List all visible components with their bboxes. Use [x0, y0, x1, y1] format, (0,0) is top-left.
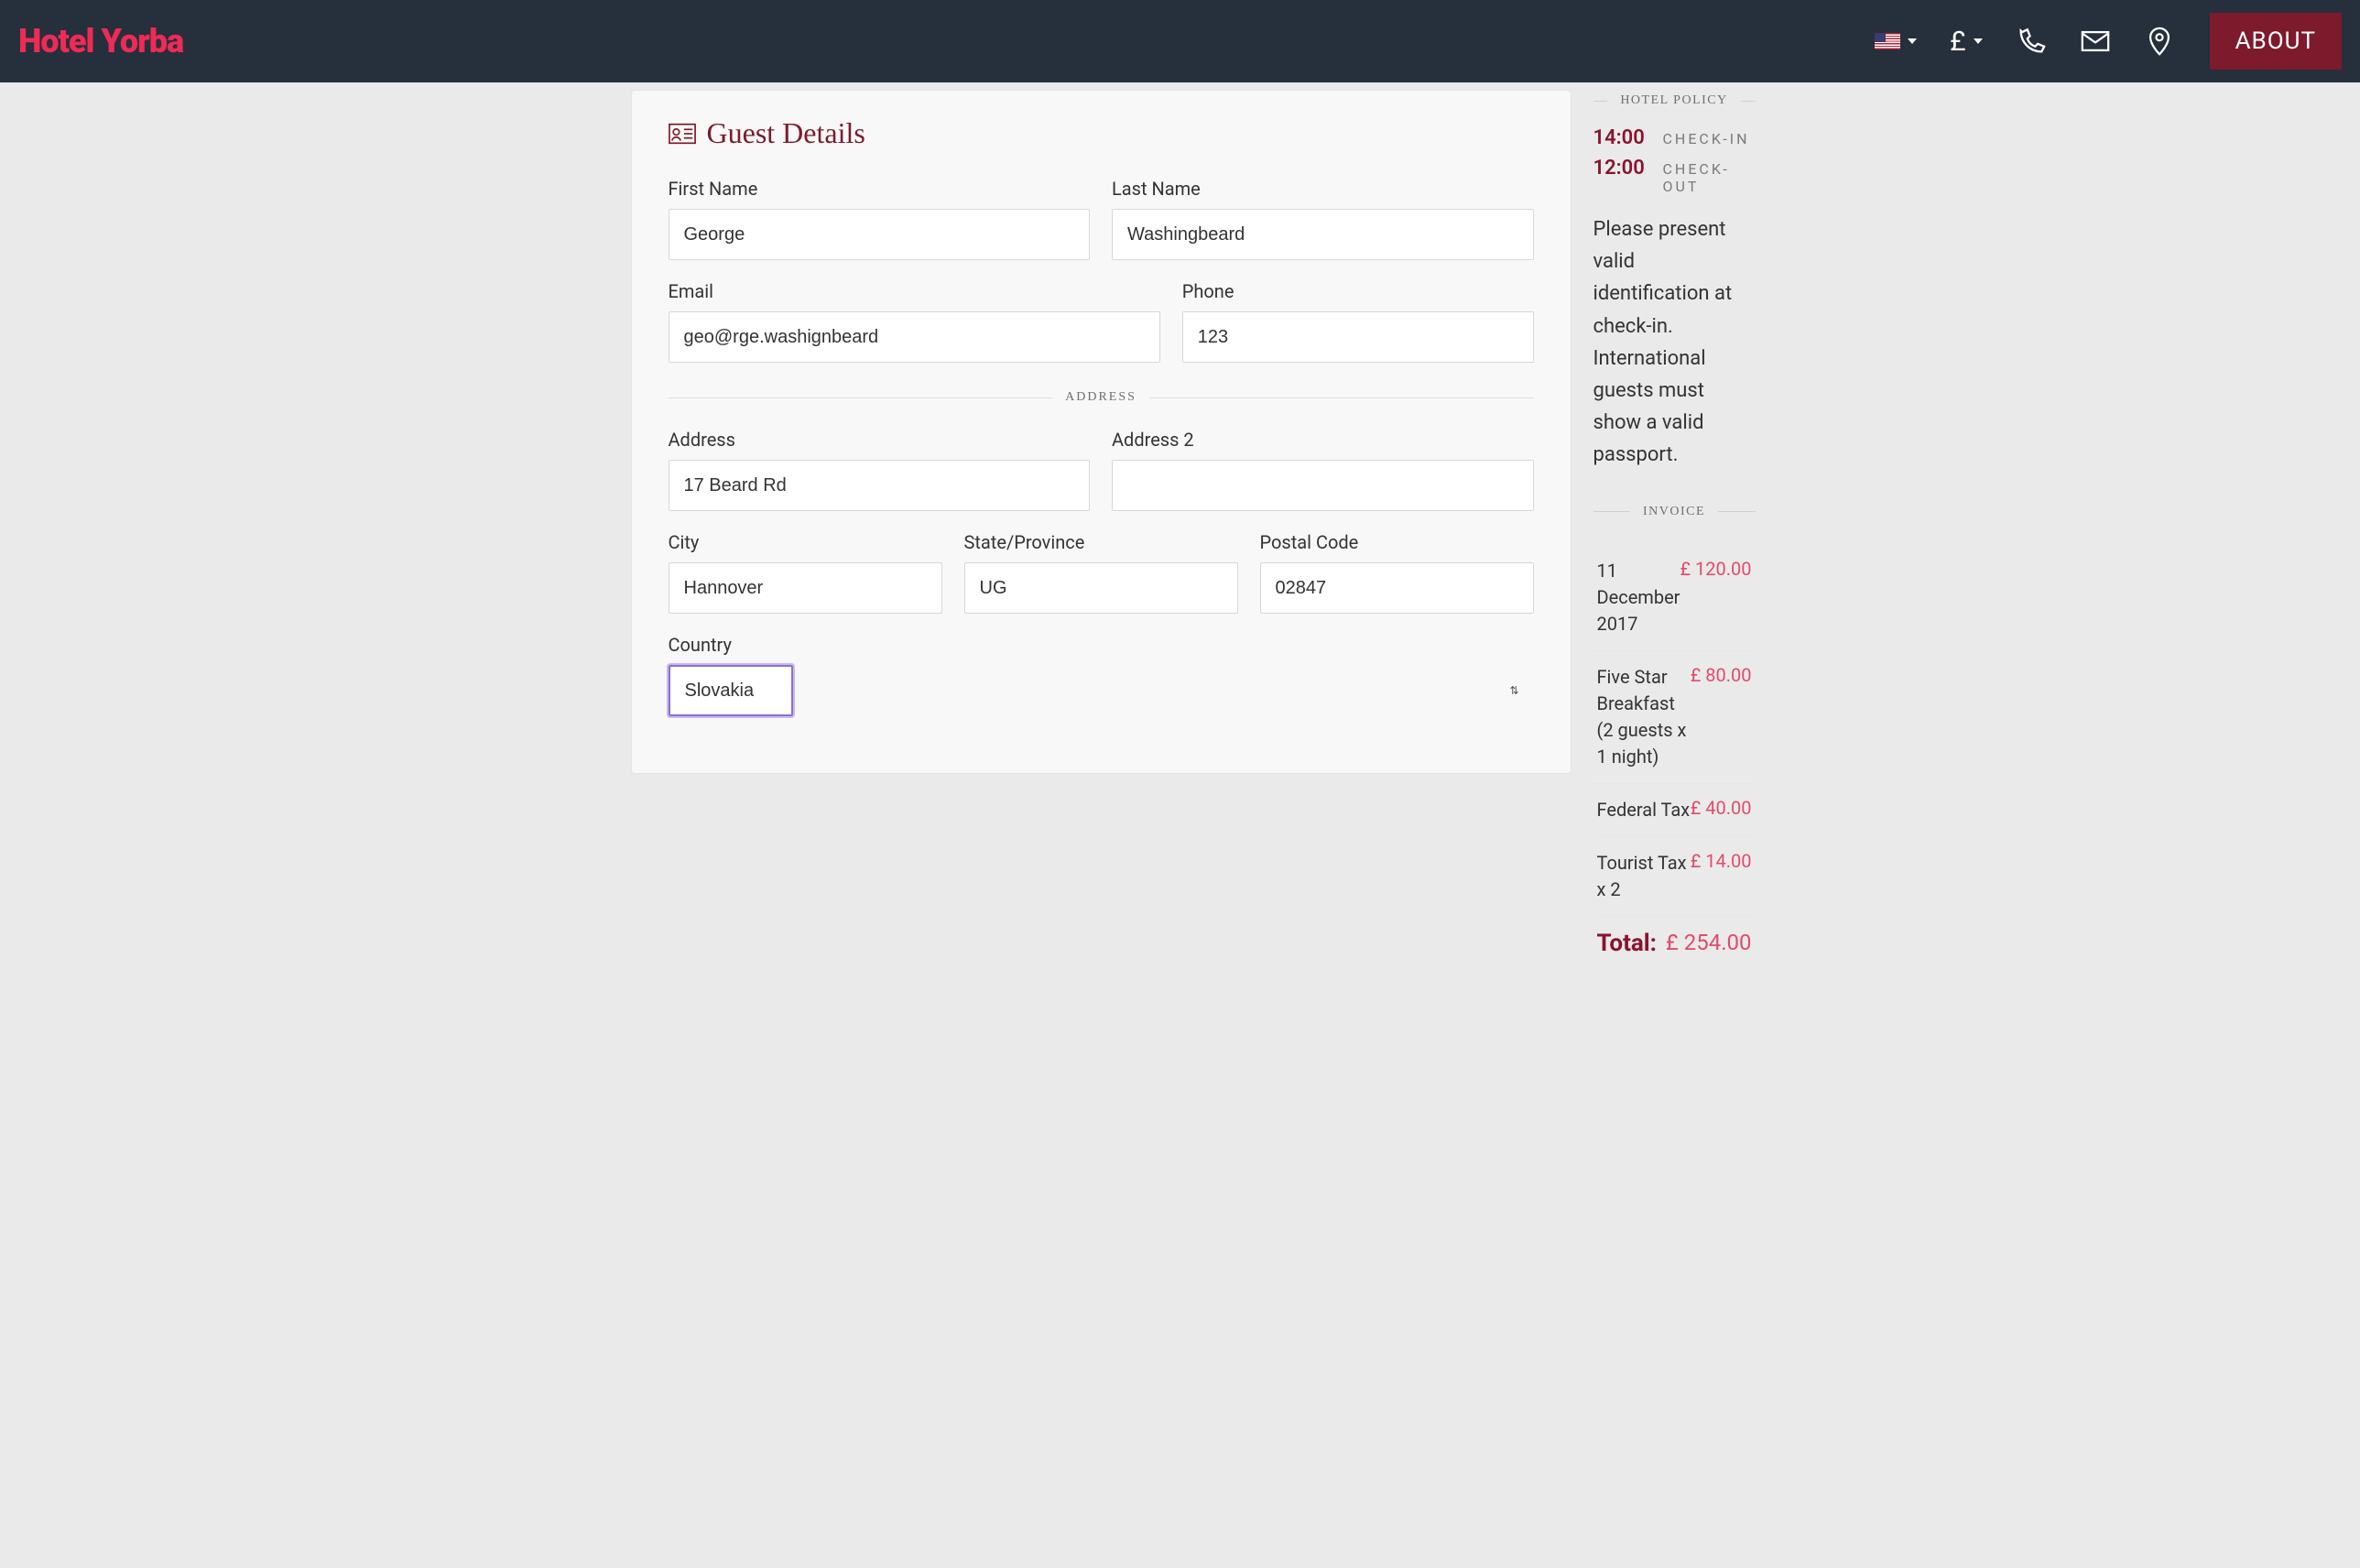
postal-input[interactable]	[1260, 562, 1534, 614]
chevron-down-icon	[1908, 38, 1917, 44]
invoice-desc: 11 December 2017	[1597, 558, 1680, 637]
hotel-policy-label: HOTEL POLICY	[1620, 93, 1727, 108]
invoice-total-label: Total:	[1597, 930, 1658, 957]
address2-input[interactable]	[1112, 460, 1534, 511]
currency-selector[interactable]: £	[1950, 26, 1982, 58]
hotel-policy-divider: HOTEL POLICY	[1593, 93, 1756, 108]
checkin-label: CHECK-IN	[1663, 130, 1750, 147]
sidebar: HOTEL POLICY 14:00 CHECK-IN 12:00 CHECK-…	[1593, 90, 1756, 968]
checkout-label: CHECK-OUT	[1663, 160, 1756, 195]
invoice-row: 11 December 2017 £ 120.00	[1593, 547, 1756, 648]
state-input[interactable]	[964, 562, 1238, 614]
country-select[interactable]: Slovakia	[669, 665, 793, 716]
currency-symbol: £	[1950, 26, 1965, 58]
postal-label: Postal Code	[1260, 531, 1534, 553]
logo: Hotel Yorba	[18, 22, 183, 60]
invoice-desc: Five Star Breakfast (2 guests x 1 night)	[1597, 664, 1691, 770]
checkin-time: 14:00	[1593, 126, 1650, 149]
checkin-row: 14:00 CHECK-IN	[1593, 126, 1756, 149]
checkout-row: 12:00 CHECK-OUT	[1593, 157, 1756, 195]
address-section-divider: ADDRESS	[669, 390, 1534, 405]
map-pin-icon	[2144, 26, 2175, 57]
address2-label: Address 2	[1112, 429, 1534, 451]
section-title: Guest Details	[707, 116, 865, 150]
email-label: Email	[669, 280, 1160, 302]
mail-icon	[2080, 26, 2111, 57]
invoice-divider: INVOICE	[1593, 505, 1756, 519]
checkout-time: 12:00	[1593, 157, 1650, 180]
email-link[interactable]	[2080, 26, 2111, 57]
address-section-label: ADDRESS	[1065, 390, 1136, 405]
city-label: City	[669, 531, 942, 553]
invoice-label: INVOICE	[1643, 505, 1705, 519]
email-input[interactable]	[669, 311, 1160, 363]
language-selector[interactable]	[1875, 33, 1917, 49]
guest-details-heading: Guest Details	[669, 116, 1534, 150]
invoice-row: Tourist Tax x 2 £ 14.00	[1593, 839, 1756, 914]
invoice-price: £ 80.00	[1691, 664, 1752, 686]
us-flag-icon	[1875, 33, 1900, 49]
chevron-down-icon	[1974, 38, 1983, 44]
invoice-price: £ 120.00	[1680, 558, 1751, 580]
address-input[interactable]	[669, 460, 1091, 511]
country-label: Country	[669, 634, 1534, 656]
city-input[interactable]	[669, 562, 942, 614]
invoice-desc: Federal Tax	[1597, 797, 1691, 823]
invoice-price: £ 40.00	[1691, 797, 1752, 819]
guest-details-card: Guest Details First Name Last Name Email…	[631, 90, 1572, 774]
phone-label: Phone	[1182, 280, 1534, 302]
first-name-label: First Name	[669, 178, 1091, 200]
invoice-row: Federal Tax £ 40.00	[1593, 786, 1756, 834]
id-card-icon	[669, 123, 696, 145]
phone-link[interactable]	[2016, 26, 2047, 57]
invoice-total-row: Total: £ 254.00	[1593, 919, 1756, 968]
location-link[interactable]	[2144, 26, 2175, 57]
invoice-desc: Tourist Tax x 2	[1597, 850, 1691, 903]
state-label: State/Province	[964, 531, 1238, 553]
phone-input[interactable]	[1182, 311, 1534, 363]
phone-icon	[2016, 26, 2047, 57]
last-name-input[interactable]	[1112, 209, 1534, 260]
invoice-price: £ 14.00	[1691, 850, 1752, 872]
address-label: Address	[669, 429, 1091, 451]
policy-text: Please present valid identification at c…	[1593, 213, 1756, 472]
invoice-total-price: £ 254.00	[1666, 930, 1752, 955]
first-name-input[interactable]	[669, 209, 1091, 260]
invoice-row: Five Star Breakfast (2 guests x 1 night)…	[1593, 653, 1756, 781]
about-button[interactable]: ABOUT	[2210, 13, 2342, 70]
top-navbar: Hotel Yorba £ ABOUT	[0, 0, 2360, 82]
last-name-label: Last Name	[1112, 178, 1534, 200]
